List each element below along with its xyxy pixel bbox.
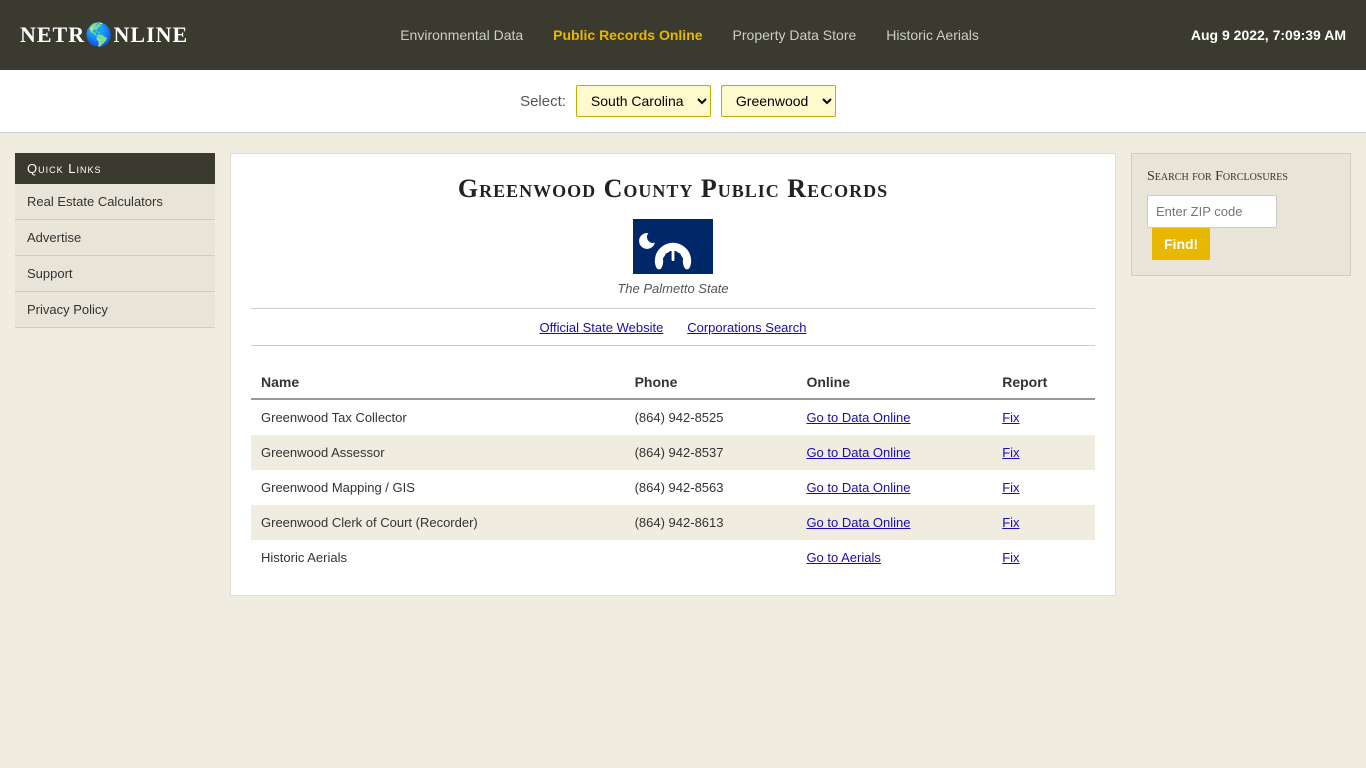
cell-online: Go to Data Online <box>796 505 992 540</box>
report-link[interactable]: Fix <box>1002 410 1019 425</box>
cell-report: Fix <box>992 435 1095 470</box>
nav-public-records[interactable]: Public Records Online <box>553 27 702 43</box>
sidebar-title: Quick Links <box>15 153 215 184</box>
sidebar-real-estate[interactable]: Real Estate Calculators <box>15 184 215 220</box>
table-header-row: Name Phone Online Report <box>251 366 1095 399</box>
selector-bar: Select: South Carolina Greenwood <box>0 70 1366 133</box>
cell-phone: (864) 942-8613 <box>625 505 797 540</box>
nav-environmental-data[interactable]: Environmental Data <box>400 27 523 43</box>
cell-name: Greenwood Assessor <box>251 435 625 470</box>
nav-historic-aerials[interactable]: Historic Aerials <box>886 27 979 43</box>
sidebar-support[interactable]: Support <box>15 256 215 292</box>
find-button[interactable]: Find! <box>1152 228 1210 260</box>
state-links: Official State Website Corporations Sear… <box>251 308 1095 346</box>
table-row: Greenwood Clerk of Court (Recorder)(864)… <box>251 505 1095 540</box>
online-link[interactable]: Go to Data Online <box>806 410 910 425</box>
sidebar: Quick Links Real Estate Calculators Adve… <box>15 153 215 596</box>
foreclosure-title: Search for Forclosures <box>1147 169 1335 185</box>
table-body: Greenwood Tax Collector(864) 942-8525 Go … <box>251 399 1095 575</box>
cell-phone: (864) 942-8525 <box>625 399 797 435</box>
col-online: Online <box>796 366 992 399</box>
page-title: Greenwood County Public Records <box>251 174 1095 204</box>
cell-online: Go to Aerials <box>796 540 992 575</box>
cell-report: Fix <box>992 399 1095 435</box>
sidebar-privacy[interactable]: Privacy Policy <box>15 292 215 328</box>
cell-name: Greenwood Mapping / GIS <box>251 470 625 505</box>
cell-phone: (864) 942-8537 <box>625 435 797 470</box>
sidebar-advertise[interactable]: Advertise <box>15 220 215 256</box>
state-select[interactable]: South Carolina <box>576 85 711 117</box>
corporations-search-link[interactable]: Corporations Search <box>687 320 806 335</box>
col-report: Report <box>992 366 1095 399</box>
cell-online: Go to Data Online <box>796 470 992 505</box>
layout: Quick Links Real Estate Calculators Adve… <box>0 133 1366 616</box>
cell-phone <box>625 540 797 575</box>
cell-report: Fix <box>992 540 1095 575</box>
online-link[interactable]: Go to Data Online <box>806 445 910 460</box>
right-sidebar: Search for Forclosures Find! <box>1131 153 1351 596</box>
online-link[interactable]: Go to Aerials <box>806 550 880 565</box>
records-table: Name Phone Online Report Greenwood Tax C… <box>251 366 1095 575</box>
datetime: Aug 9 2022, 7:09:39 AM <box>1191 27 1346 43</box>
cell-name: Greenwood Tax Collector <box>251 399 625 435</box>
state-flag <box>633 219 713 274</box>
foreclosure-inputs: Find! <box>1147 195 1335 260</box>
official-state-website-link[interactable]: Official State Website <box>540 320 664 335</box>
select-label: Select: <box>520 93 566 110</box>
nav-property-data[interactable]: Property Data Store <box>733 27 857 43</box>
main-nav: Environmental Data Public Records Online… <box>400 27 979 43</box>
cell-online: Go to Data Online <box>796 399 992 435</box>
cell-phone: (864) 942-8563 <box>625 470 797 505</box>
cell-name: Greenwood Clerk of Court (Recorder) <box>251 505 625 540</box>
report-link[interactable]: Fix <box>1002 550 1019 565</box>
table-row: Historic Aerials Go to Aerials Fix <box>251 540 1095 575</box>
col-phone: Phone <box>625 366 797 399</box>
zip-input[interactable] <box>1147 195 1277 228</box>
table-row: Greenwood Mapping / GIS(864) 942-8563 Go … <box>251 470 1095 505</box>
table-row: Greenwood Assessor(864) 942-8537 Go to Da… <box>251 435 1095 470</box>
report-link[interactable]: Fix <box>1002 445 1019 460</box>
foreclosure-box: Search for Forclosures Find! <box>1131 153 1351 276</box>
flag-container: The Palmetto State <box>251 219 1095 296</box>
report-link[interactable]: Fix <box>1002 480 1019 495</box>
logo: NETR🌎NLINE <box>20 22 188 48</box>
cell-name: Historic Aerials <box>251 540 625 575</box>
table-row: Greenwood Tax Collector(864) 942-8525 Go … <box>251 399 1095 435</box>
main-content: Greenwood County Public Records <box>230 153 1116 596</box>
page-title-container: Greenwood County Public Records <box>251 174 1095 204</box>
report-link[interactable]: Fix <box>1002 515 1019 530</box>
online-link[interactable]: Go to Data Online <box>806 480 910 495</box>
header: NETR🌎NLINE Environmental Data Public Rec… <box>0 0 1366 70</box>
cell-report: Fix <box>992 470 1095 505</box>
globe-icon: 🌎 <box>85 22 113 47</box>
online-link[interactable]: Go to Data Online <box>806 515 910 530</box>
col-name: Name <box>251 366 625 399</box>
cell-online: Go to Data Online <box>796 435 992 470</box>
cell-report: Fix <box>992 505 1095 540</box>
county-select[interactable]: Greenwood <box>721 85 836 117</box>
flag-caption: The Palmetto State <box>251 281 1095 296</box>
